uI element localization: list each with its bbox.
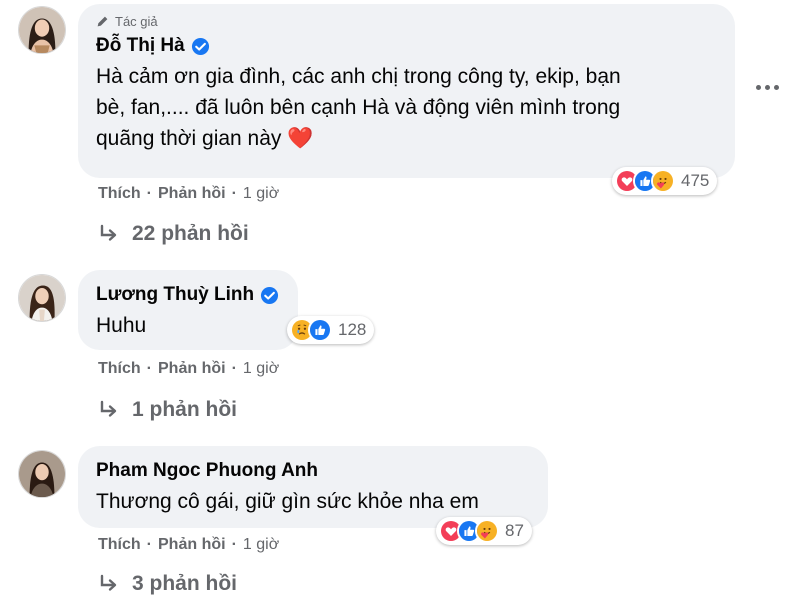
timestamp[interactable]: 1 giờ [243,536,279,554]
avatar-image [19,7,65,53]
reaction-summary[interactable]: 87 [436,517,532,545]
timestamp[interactable]: 1 giờ [243,360,279,378]
comment-actions: Thích · Phản hồi · 1 giờ [98,185,279,203]
comment-text-line: bè, fan,.... đã luôn bên cạnh Hà và động… [96,96,621,119]
care-reaction-icon [651,169,675,193]
verified-icon [261,286,279,304]
reply-link[interactable]: Phản hồi [158,185,226,203]
timestamp[interactable]: 1 giờ [243,185,279,203]
care-reaction-icon [475,519,499,543]
separator-dot: · [146,536,152,553]
separator-dot: · [231,536,237,553]
comment-actions: Thích · Phản hồi · 1 giờ [98,360,279,378]
avatar-pham-ngoc-phuong-anh[interactable] [18,450,66,498]
like-link[interactable]: Thích [98,185,141,203]
comment-bubble-1: Tác giả Đỗ Thị Hà Hà cảm ơn gia đình, cá… [78,4,735,178]
comment-bubble-3: Pham Ngoc Phuong Anh Thương cô gái, giữ … [78,446,548,528]
separator-dot: · [146,185,152,202]
view-replies-link[interactable]: 3 phản hồi [98,572,237,596]
comment-author-name[interactable]: Lương Thuỳ Linh [96,284,254,306]
avatar-luong-thuy-linh[interactable] [18,274,66,322]
author-badge: Tác giả [96,14,717,29]
reply-arrow-icon [100,574,117,591]
like-link[interactable]: Thích [98,360,141,378]
reaction-count: 87 [505,521,524,540]
comment-text-line: Thương cô gái, giữ gìn sức khỏe nha em [96,490,479,513]
more-options-icon[interactable] [752,78,782,96]
replies-count-label: 1 phản hồi [132,398,237,421]
replies-count-label: 3 phản hồi [132,572,237,595]
comment-text: Huhu [96,310,280,341]
reply-link[interactable]: Phản hồi [158,536,226,554]
reaction-summary[interactable]: 128 [287,316,375,344]
author-badge-pen-icon [97,16,108,27]
reply-arrow-icon [100,224,117,241]
view-replies-link[interactable]: 1 phản hồi [98,398,237,422]
comment-author-name[interactable]: Đỗ Thị Hà [96,35,185,57]
comment-text: Thương cô gái, giữ gìn sức khỏe nha em [96,486,530,517]
avatar-do-thi-ha[interactable] [18,6,66,54]
reaction-count: 475 [681,171,710,190]
avatar-image [19,275,65,321]
comment-bubble-2: Lương Thuỳ Linh Huhu [78,270,298,350]
comment-author-name[interactable]: Pham Ngoc Phuong Anh [96,460,318,482]
comment-text-line: quãng thời gian này [96,127,282,150]
reaction-count: 128 [338,320,367,339]
separator-dot: · [146,360,152,377]
like-link[interactable]: Thích [98,536,141,554]
heart-emoji: ❤️ [287,127,314,150]
replies-count-label: 22 phản hồi [132,222,249,245]
separator-dot: · [231,360,237,377]
avatar-image [19,451,65,497]
author-badge-label: Tác giả [115,14,158,29]
like-reaction-icon [308,318,332,342]
reaction-summary[interactable]: 475 [612,167,718,195]
comment-actions: Thích · Phản hồi · 1 giờ [98,536,279,554]
comment-text-line: Huhu [96,314,147,337]
comment-text-line: Hà cảm ơn gia đình, các anh chị trong cô… [96,65,621,88]
separator-dot: · [231,185,237,202]
reply-link[interactable]: Phản hồi [158,360,226,378]
reply-arrow-icon [100,400,117,417]
comment-text: Hà cảm ơn gia đình, các anh chị trong cô… [96,61,717,154]
verified-icon [191,37,209,55]
view-replies-link[interactable]: 22 phản hồi [98,222,249,246]
